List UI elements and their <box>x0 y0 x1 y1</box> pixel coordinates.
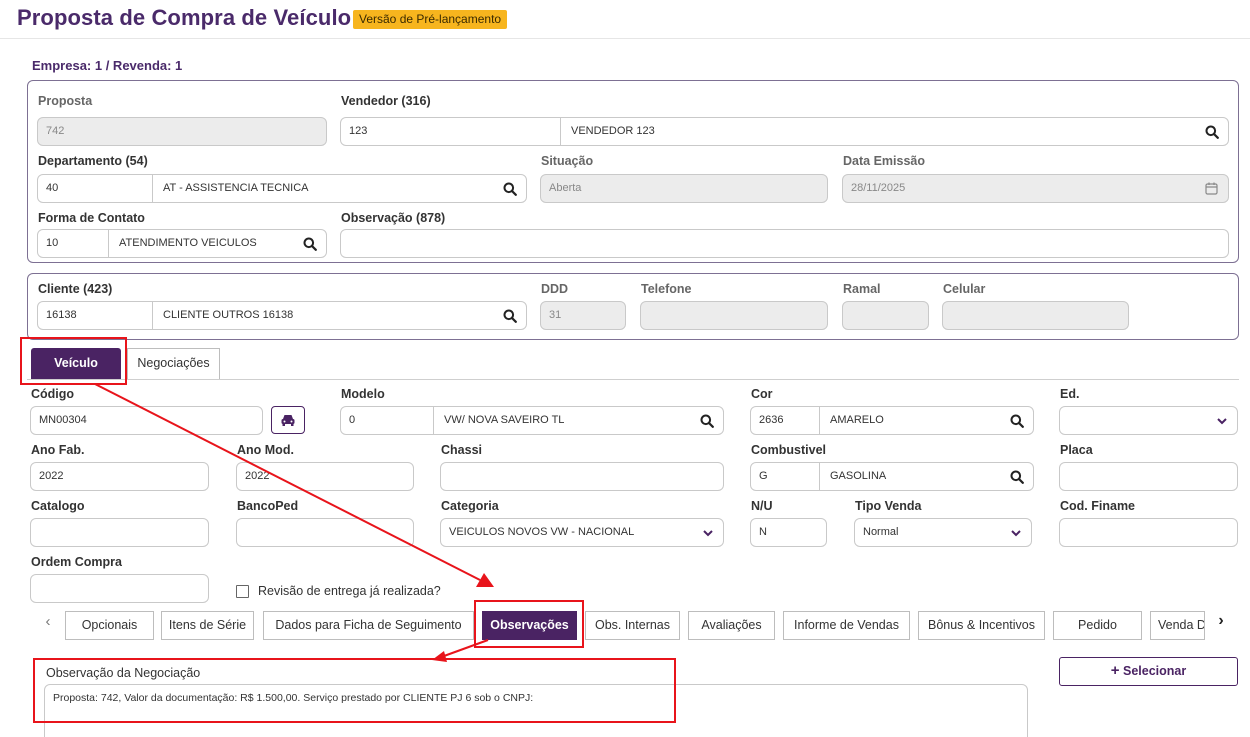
annotation-arrow-observacoes-to-field <box>443 639 489 657</box>
annotation-arrow-veiculo-to-observacoes <box>94 383 481 581</box>
annotation-arrowhead <box>432 651 447 662</box>
annotation-arrows <box>94 383 494 662</box>
